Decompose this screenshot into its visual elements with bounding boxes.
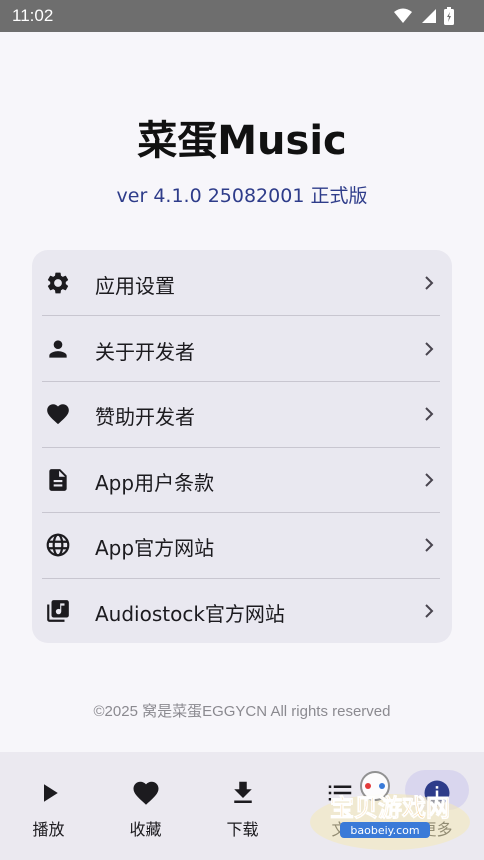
signal-icon xyxy=(420,8,436,28)
chevron-right-icon xyxy=(422,602,436,620)
menu-item-official-website[interactable]: App官方网站 xyxy=(32,512,452,578)
status-bar: 11:02 xyxy=(0,0,484,32)
nav-item-list[interactable]: 文 xyxy=(291,752,388,860)
nav-label: 播放 xyxy=(32,820,65,839)
status-time: 11:02 xyxy=(12,6,54,25)
wifi-icon xyxy=(394,8,412,28)
menu-item-about-developer[interactable]: 关于开发者 xyxy=(32,316,452,382)
globe-icon xyxy=(45,532,71,558)
menu-item-label: 关于开发者 xyxy=(95,339,195,364)
menu-card: 应用设置 关于开发者 赞助开发者 App用户条款 App官方网站 Audiost… xyxy=(32,250,452,643)
battery-icon xyxy=(444,7,454,29)
menu-item-label: App官方网站 xyxy=(95,536,215,560)
download-icon xyxy=(228,778,258,808)
play-icon xyxy=(34,778,64,808)
menu-item-user-terms[interactable]: App用户条款 xyxy=(32,447,452,513)
menu-item-sponsor-developer[interactable]: 赞助开发者 xyxy=(32,381,452,447)
nav-item-play[interactable]: 播放 xyxy=(0,752,97,860)
document-icon xyxy=(45,467,71,493)
status-icons xyxy=(394,7,454,29)
app-version: ver 4.1.0 25082001 正式版 xyxy=(116,185,368,207)
nav-item-more[interactable]: 更多 xyxy=(388,752,484,860)
person-icon xyxy=(45,336,71,362)
nav-item-download[interactable]: 下载 xyxy=(194,752,291,860)
bottom-nav: 播放 收藏 下载 文 更多 xyxy=(0,752,484,860)
menu-item-label: App用户条款 xyxy=(95,470,215,495)
app-title: 菜蛋Music xyxy=(137,118,347,164)
chevron-right-icon xyxy=(422,536,436,554)
nav-label: 收藏 xyxy=(129,820,162,839)
menu-item-label: 应用设置 xyxy=(95,274,175,298)
info-icon xyxy=(422,778,452,808)
menu-item-label: 赞助开发者 xyxy=(95,405,195,429)
nav-label: 下载 xyxy=(226,820,259,839)
copyright-text: ©2025 窝是菜蛋EGGYCN All rights reserved xyxy=(93,703,391,720)
nav-item-favorites[interactable]: 收藏 xyxy=(97,752,194,860)
chevron-right-icon xyxy=(422,471,436,489)
chevron-right-icon xyxy=(422,274,436,292)
menu-item-app-settings[interactable]: 应用设置 xyxy=(32,250,452,316)
list-icon xyxy=(325,778,355,808)
heart-icon xyxy=(45,401,71,427)
chevron-right-icon xyxy=(422,340,436,358)
chevron-right-icon xyxy=(422,405,436,423)
nav-label: 文 xyxy=(331,820,348,839)
gear-icon xyxy=(45,270,71,296)
nav-label: 更多 xyxy=(420,820,453,839)
menu-item-label: Audiostock官方网站 xyxy=(95,601,285,626)
menu-item-audiostock-website[interactable]: Audiostock官方网站 xyxy=(32,578,452,644)
heart-icon xyxy=(131,778,161,808)
music-library-icon xyxy=(45,598,71,624)
